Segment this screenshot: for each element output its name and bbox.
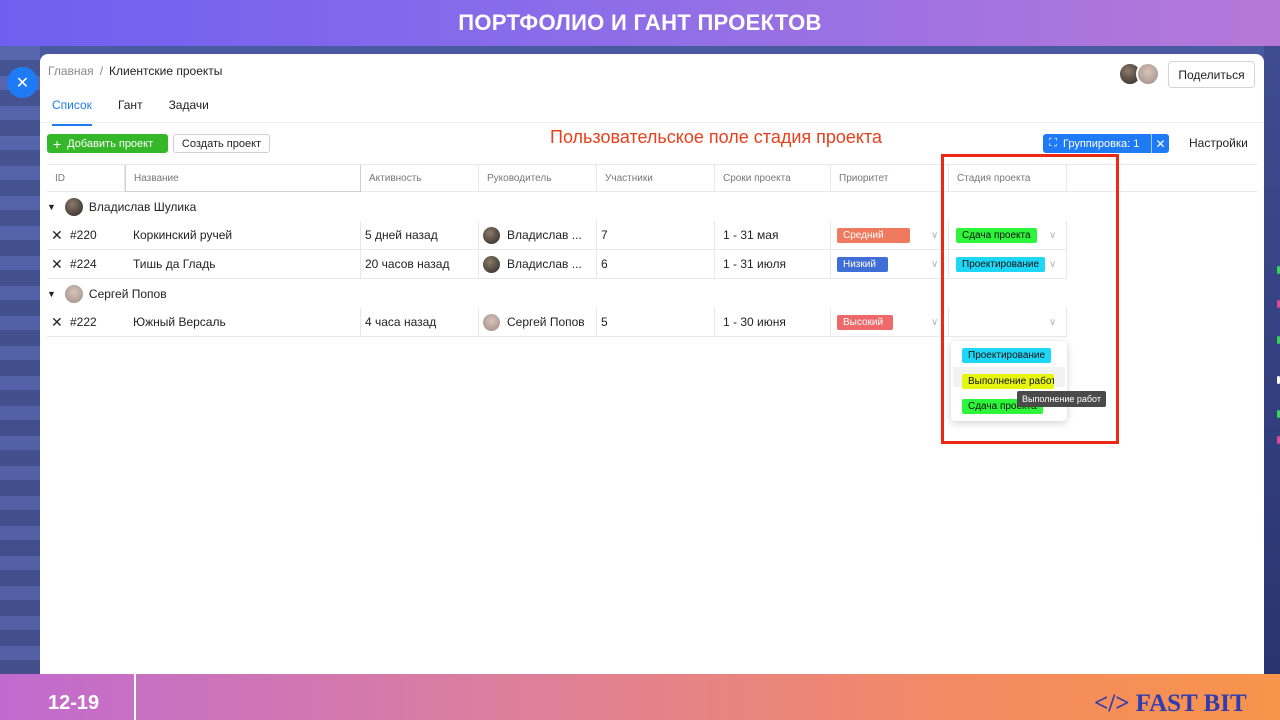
- project-members: 7: [597, 221, 715, 249]
- slide-title: ПОРТФОЛИО И ГАНТ ПРОЕКТОВ: [458, 10, 822, 35]
- project-name[interactable]: Южный Версаль: [125, 308, 361, 336]
- settings-button[interactable]: Настройки: [1189, 136, 1248, 150]
- project-members: 5: [597, 308, 715, 336]
- group-header[interactable]: ▼ Сергей Попов: [47, 280, 167, 308]
- blurred-right-edge: [1264, 46, 1280, 674]
- avatar: [64, 285, 83, 303]
- project-name[interactable]: Коркинский ручей: [125, 221, 361, 249]
- project-dates[interactable]: 1 - 31 мая: [715, 221, 831, 249]
- slide-footer: [0, 674, 1280, 720]
- chevron-down-icon: ∨: [931, 229, 939, 241]
- priority-badge: Средний: [837, 227, 910, 243]
- column-header-members[interactable]: Участники: [597, 165, 715, 192]
- breadcrumb-current: Клиентские проекты: [109, 64, 223, 78]
- avatar: [64, 198, 83, 216]
- column-header-manager[interactable]: Руководитель: [479, 165, 597, 192]
- priority-badge: Низкий: [837, 256, 888, 272]
- project-manager[interactable]: Сергей Попов: [479, 308, 597, 336]
- column-header-dates[interactable]: Сроки проекта: [715, 165, 831, 192]
- clear-grouping-icon[interactable]: ✕: [1151, 134, 1169, 153]
- project-manager[interactable]: Владислав ...: [479, 221, 597, 249]
- project-activity: 4 часа назад: [361, 308, 479, 336]
- chevron-down-icon: ∨: [931, 316, 939, 328]
- project-manager[interactable]: Владислав ...: [479, 250, 597, 278]
- remove-row-icon[interactable]: ✕: [51, 250, 63, 278]
- priority-cell[interactable]: Средний ∨: [831, 221, 949, 249]
- project-members: 6: [597, 250, 715, 278]
- plus-icon: +: [53, 135, 62, 152]
- grouping-button[interactable]: ⛶ Группировка: 1 ✕: [1043, 134, 1169, 153]
- tabs-divider: [40, 122, 1264, 123]
- table-row[interactable]: ✕ #222 Южный Версаль 4 часа назад Сергей…: [47, 308, 1067, 337]
- grouping-icon: ⛶: [1049, 137, 1057, 149]
- group-name: Сергей Попов: [88, 287, 167, 301]
- table-row[interactable]: ✕ #224 Тишь да Гладь 20 часов назад Влад…: [47, 250, 1067, 279]
- breadcrumb: Главная / Клиентские проекты: [48, 64, 222, 78]
- project-activity: 5 дней назад: [361, 221, 479, 249]
- brand-logo: </> FAST BIT: [1094, 690, 1247, 717]
- chevron-down-icon: ∨: [931, 258, 939, 270]
- share-button[interactable]: Поделиться: [1168, 61, 1255, 88]
- avatar[interactable]: [1136, 62, 1160, 86]
- group-name: Владислав Шулика: [88, 200, 197, 214]
- project-id: #220: [70, 228, 97, 242]
- column-header-name[interactable]: Название: [125, 165, 361, 192]
- breadcrumb-separator: /: [99, 64, 104, 78]
- project-dates[interactable]: 1 - 30 июня: [715, 308, 831, 336]
- annotation-text: Пользовательское поле стадия проекта: [550, 127, 883, 147]
- blurred-sidebar: [0, 46, 40, 674]
- collapse-triangle-icon[interactable]: ▼: [47, 202, 56, 212]
- grouping-label: Группировка: 1: [1063, 137, 1140, 150]
- column-header-activity[interactable]: Активность: [361, 165, 479, 192]
- manager-name: Владислав ...: [507, 228, 582, 242]
- avatar: [483, 255, 500, 273]
- add-project-button[interactable]: + Добавить проект: [47, 134, 168, 153]
- table-row[interactable]: ✕ #220 Коркинский ручей 5 дней назад Вла…: [47, 221, 1067, 250]
- create-project-button[interactable]: Создать проект: [173, 134, 270, 153]
- group-header[interactable]: ▼ Владислав Шулика: [47, 193, 196, 221]
- project-name[interactable]: Тишь да Гладь: [125, 250, 361, 278]
- project-activity: 20 часов назад: [361, 250, 479, 278]
- manager-name: Сергей Попов: [507, 315, 585, 329]
- remove-row-icon[interactable]: ✕: [51, 221, 63, 249]
- collapse-triangle-icon[interactable]: ▼: [47, 289, 56, 299]
- column-header-priority[interactable]: Приоритет: [831, 165, 949, 192]
- breadcrumb-home[interactable]: Главная: [48, 64, 94, 78]
- close-panel-button[interactable]: ✕: [7, 67, 38, 98]
- footer-divider: [134, 674, 136, 720]
- close-icon: ✕: [15, 74, 30, 92]
- avatar: [483, 313, 500, 331]
- member-avatars[interactable]: [1118, 62, 1160, 86]
- highlight-frame: [941, 154, 1119, 444]
- column-header-id[interactable]: ID: [47, 165, 125, 192]
- remove-row-icon[interactable]: ✕: [51, 308, 63, 336]
- page-number: 12-19: [48, 692, 100, 714]
- slide-header: ПОРТФОЛИО И ГАНТ ПРОЕКТОВ: [0, 0, 1280, 46]
- manager-name: Владислав ...: [507, 257, 582, 271]
- priority-cell[interactable]: Высокий ∨: [831, 308, 949, 336]
- avatar: [483, 226, 500, 244]
- project-id: #224: [70, 257, 97, 271]
- add-project-label: Добавить проект: [67, 137, 154, 150]
- project-id: #222: [70, 315, 97, 329]
- priority-badge: Высокий: [837, 314, 894, 330]
- priority-cell[interactable]: Низкий ∨: [831, 250, 949, 278]
- project-dates[interactable]: 1 - 31 июля: [715, 250, 831, 278]
